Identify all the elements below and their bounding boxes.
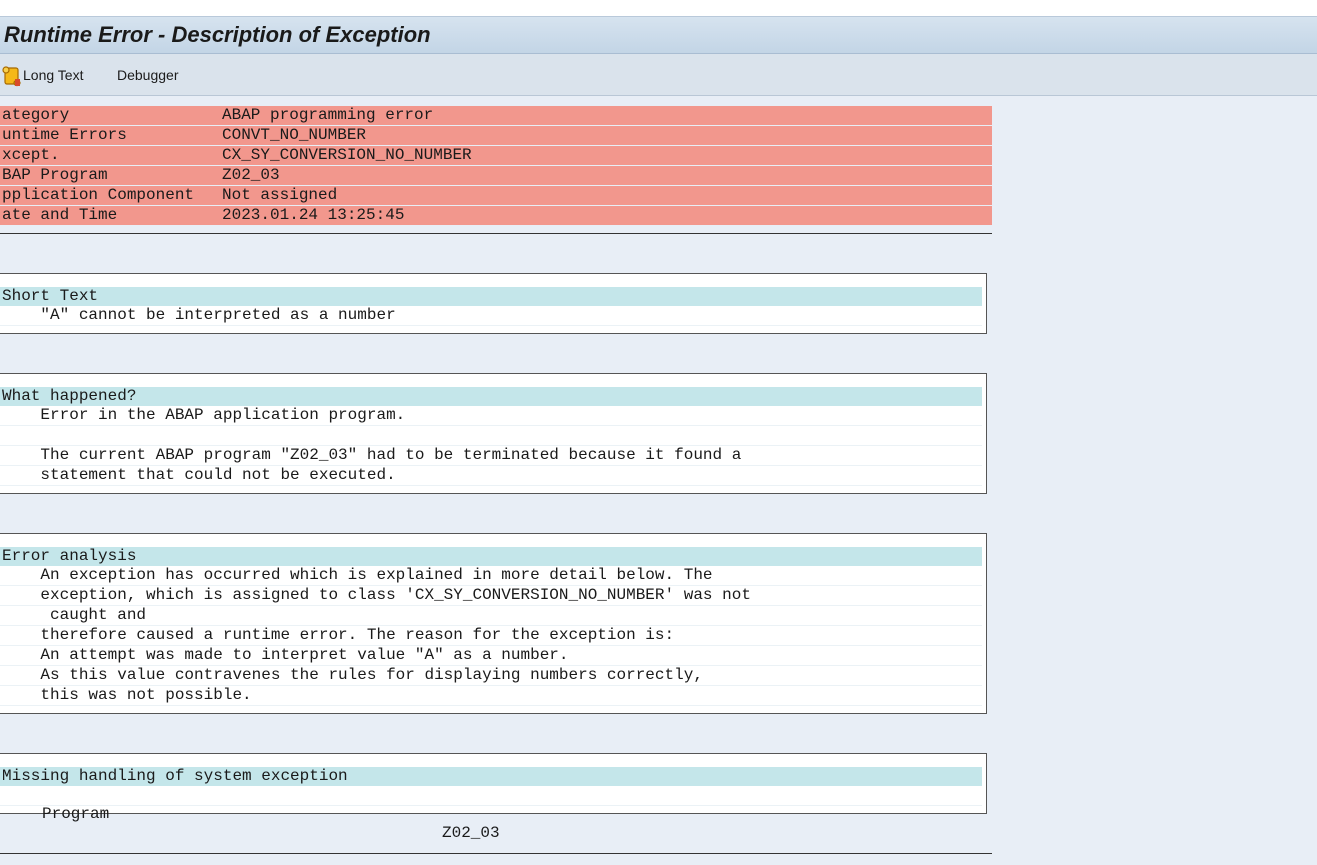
text-line: "A" cannot be interpreted as a number	[0, 306, 982, 326]
header-value: ABAP programming error	[222, 106, 434, 124]
text-line: this was not possible.	[0, 686, 982, 706]
header-row: pplication Component Not assigned	[0, 186, 992, 205]
section-title: Missing handling of system exception	[0, 767, 982, 786]
short-text-section: Short Text "A" cannot be interpreted as …	[0, 273, 987, 334]
header-key: untime Errors	[2, 126, 127, 144]
header-key: xcept.	[2, 146, 60, 164]
header-row: ategory ABAP programming error	[0, 106, 992, 125]
window-title: Runtime Error - Description of Exception	[4, 22, 431, 47]
long-text-button[interactable]: Long Text	[2, 54, 83, 96]
header-value: CONVT_NO_NUMBER	[222, 126, 367, 144]
text-line: An attempt was made to interpret value "…	[0, 646, 982, 666]
what-happened-section: What happened? Error in the ABAP applica…	[0, 373, 987, 494]
text-line: The current ABAP program "Z02_03" had to…	[0, 446, 982, 466]
long-text-label: Long Text	[23, 67, 84, 83]
text-line: An exception has occurred which is expla…	[0, 566, 982, 586]
text-line: Error in the ABAP application program.	[0, 406, 982, 426]
text-line: caught and	[0, 606, 982, 626]
header-key: BAP Program	[2, 166, 108, 184]
error-analysis-section: Error analysis An exception has occurred…	[0, 533, 987, 714]
missing-handling-section: Missing handling of system exception Pro…	[0, 753, 987, 842]
text-line: As this value contravenes the rules for …	[0, 666, 982, 686]
divider	[0, 853, 992, 854]
header-row: untime Errors CONVT_NO_NUMBER	[0, 126, 992, 145]
top-strip	[0, 0, 1317, 17]
text-line	[0, 426, 982, 446]
text-line: therefore caused a runtime error. The re…	[0, 626, 982, 646]
program-line: Program Z02_03	[0, 786, 982, 842]
debugger-button[interactable]: Debugger	[117, 54, 179, 96]
header-key: pplication Component	[2, 186, 195, 204]
text-line: exception, which is assigned to class 'C…	[0, 586, 982, 606]
program-label: Program	[42, 805, 110, 823]
header-value: CX_SY_CONVERSION_NO_NUMBER	[222, 146, 472, 164]
program-value: Z02_03	[442, 824, 500, 842]
header-key: ate and Time	[2, 206, 118, 224]
header-value: 2023.01.24 13:25:45	[222, 206, 405, 224]
header-value: Not assigned	[222, 186, 338, 204]
text-line: statement that could not be executed.	[0, 466, 982, 486]
error-header-table: ategory ABAP programming error untime Err…	[0, 106, 992, 226]
header-row: BAP Program Z02_03	[0, 166, 992, 185]
scroll-icon	[2, 66, 21, 87]
debugger-label: Debugger	[117, 67, 179, 83]
section-title: Short Text	[0, 287, 982, 306]
header-key: ategory	[2, 106, 70, 124]
header-row: xcept. CX_SY_CONVERSION_NO_NUMBER	[0, 146, 992, 165]
application-toolbar: Long Text Debugger	[0, 54, 1317, 96]
section-title: What happened?	[0, 387, 982, 406]
divider	[0, 233, 992, 234]
section-title: Error analysis	[0, 547, 982, 566]
title-bar: Runtime Error - Description of Exception	[0, 16, 1317, 54]
header-value: Z02_03	[222, 166, 280, 184]
header-row: ate and Time 2023.01.24 13:25:45	[0, 206, 992, 225]
